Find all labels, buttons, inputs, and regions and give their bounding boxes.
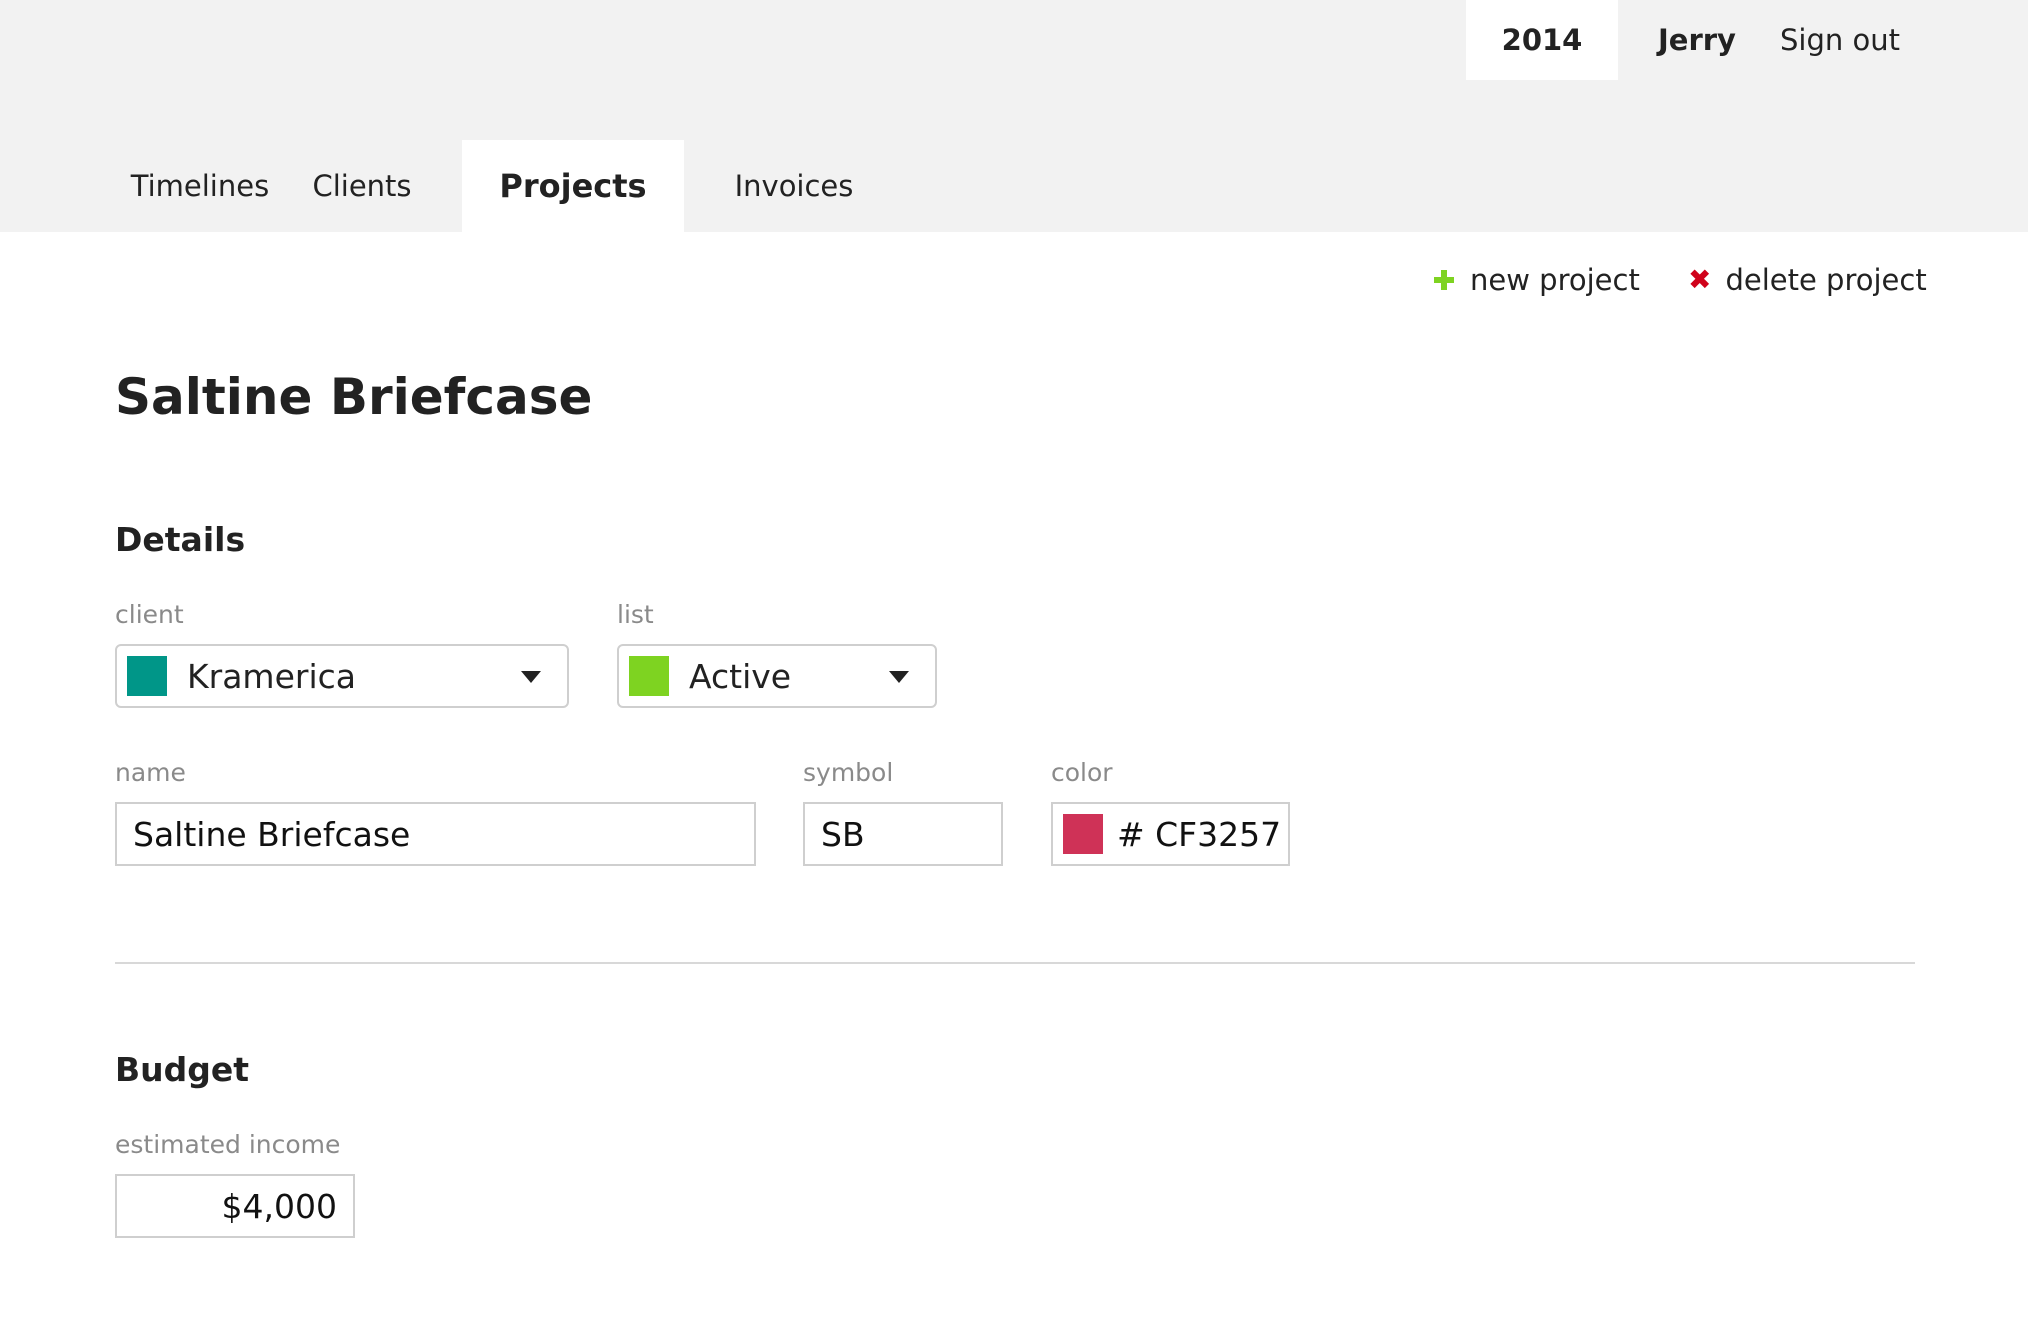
section-divider [115, 962, 1915, 964]
list-select[interactable]: Active [617, 644, 937, 708]
chevron-down-icon [521, 671, 541, 683]
details-heading: Details [115, 520, 246, 559]
plus-icon [1434, 270, 1454, 290]
new-project-button[interactable]: new project [1434, 256, 1640, 304]
user-link[interactable]: Jerry [1658, 0, 1736, 80]
year-selector[interactable]: 2014 [1466, 0, 1618, 80]
client-select[interactable]: Kramerica [115, 644, 569, 708]
tab-invoices[interactable]: Invoices [722, 140, 866, 232]
color-label: color [1051, 758, 1113, 787]
delete-project-label: delete project [1725, 263, 1927, 297]
list-color-swatch [629, 656, 669, 696]
budget-heading: Budget [115, 1050, 250, 1089]
tab-clients[interactable]: Clients [300, 140, 424, 232]
sign-out-link[interactable]: Sign out [1780, 0, 1900, 80]
tab-projects[interactable]: Projects [462, 140, 684, 232]
tab-timelines[interactable]: Timelines [114, 140, 286, 232]
delete-project-button[interactable]: ✖ delete project [1688, 256, 1927, 304]
list-select-value: Active [689, 656, 792, 696]
page-title: Saltine Briefcase [115, 368, 593, 426]
color-swatch [1063, 814, 1103, 854]
client-select-value: Kramerica [187, 656, 356, 696]
color-hex-value: # CF3257 [1117, 814, 1282, 854]
name-field[interactable] [115, 802, 756, 866]
top-header: 2014 Jerry Sign out Timelines Clients Pr… [0, 0, 2028, 232]
estimated-income-field[interactable] [115, 1174, 355, 1238]
estimated-income-label: estimated income [115, 1130, 341, 1159]
symbol-label: symbol [803, 758, 894, 787]
list-label: list [617, 600, 654, 629]
name-label: name [115, 758, 186, 787]
new-project-label: new project [1470, 263, 1640, 297]
client-color-swatch [127, 656, 167, 696]
delete-x-icon: ✖ [1688, 263, 1712, 296]
client-label: client [115, 600, 184, 629]
color-field[interactable]: # CF3257 [1051, 802, 1290, 866]
symbol-field[interactable] [803, 802, 1003, 866]
chevron-down-icon [889, 671, 909, 683]
